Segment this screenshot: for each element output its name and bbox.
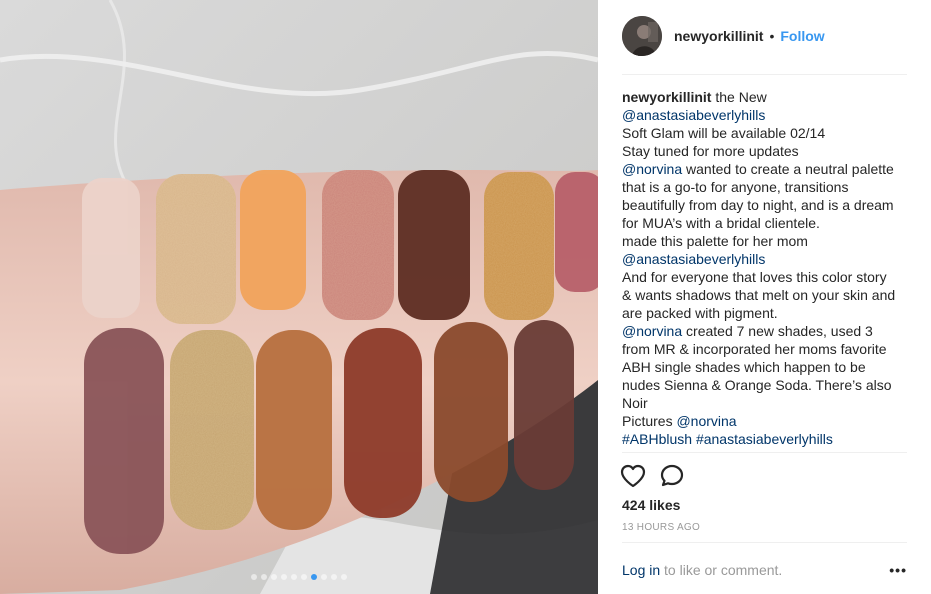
caption-line: & wants shadows that melt on your skin a…: [622, 286, 907, 304]
post-header: newyorkillinit • Follow: [622, 14, 907, 58]
caption-username[interactable]: newyorkillinit: [622, 89, 711, 105]
caption-line: for MUA’s with a bridal clientele.: [622, 214, 907, 232]
header-separator: •: [769, 28, 775, 44]
action-bar: [620, 464, 684, 493]
carousel-dot: [311, 574, 317, 580]
mention-link[interactable]: @anastasiabeverlyhills: [622, 251, 765, 267]
caption-text: ABH single shades which happen to be: [622, 359, 866, 375]
caption-text: Soft Glam will be available 02/14: [622, 125, 826, 141]
carousel-indicator: [0, 574, 598, 580]
mention-link[interactable]: @anastasiabeverlyhills: [622, 107, 765, 123]
comment-button[interactable]: [660, 464, 684, 493]
carousel-dot: [331, 574, 337, 580]
caption-line: nudes Sienna & Orange Soda. There’s also: [622, 376, 907, 394]
carousel-dot: [341, 574, 347, 580]
carousel-dot: [251, 574, 257, 580]
caption-text: Pictures: [622, 413, 677, 429]
caption-line: @anastasiabeverlyhills: [622, 106, 907, 124]
caption-text: from MR & incorporated her moms favorite: [622, 341, 887, 357]
like-button[interactable]: [620, 464, 646, 493]
caption-text: created 7 new shades, used 3: [682, 323, 873, 339]
caption-text: the New: [711, 89, 767, 105]
caption-line: Noir: [622, 394, 907, 412]
caption-text: Stay tuned for more updates: [622, 143, 799, 159]
carousel-dot: [291, 574, 297, 580]
caption-line: @anastasiabeverlyhills: [622, 250, 907, 268]
caption-text: & wants shadows that melt on your skin a…: [622, 287, 896, 303]
caption-line: Stay tuned for more updates: [622, 142, 907, 160]
post-photo[interactable]: [0, 0, 598, 594]
caption-line: that is a go-to for anyone, transitions: [622, 178, 907, 196]
carousel-dot: [271, 574, 277, 580]
login-prompt: Log in to like or comment.: [622, 562, 782, 578]
avatar[interactable]: [622, 16, 662, 56]
more-options-icon[interactable]: •••: [889, 562, 907, 578]
caption-line: newyorkillinit the New: [622, 88, 907, 106]
footer-divider: [622, 542, 907, 543]
caption-text: wanted to create a neutral palette: [682, 161, 894, 177]
follow-button[interactable]: Follow: [780, 28, 824, 44]
caption-divider: [622, 452, 907, 453]
caption-line: Pictures @norvina: [622, 412, 907, 430]
caption-line: Soft Glam will be available 02/14: [622, 124, 907, 142]
caption-text: nudes Sienna & Orange Soda. There’s also: [622, 377, 892, 393]
caption-line: @norvina wanted to create a neutral pale…: [622, 160, 907, 178]
caption-text: that is a go-to for anyone, transitions: [622, 179, 849, 195]
caption-text: Noir: [622, 395, 648, 411]
post: newyorkillinit • Follow newyorkillinit t…: [0, 0, 931, 594]
caption-line: are packed with pigment.: [622, 304, 907, 322]
header-divider: [622, 74, 907, 75]
hashtag-link[interactable]: #ABHblush: [622, 431, 692, 447]
mention-link[interactable]: @norvina: [622, 161, 682, 177]
login-prompt-text: to like or comment.: [660, 562, 783, 578]
caption-line: from MR & incorporated her moms favorite: [622, 340, 907, 358]
caption-line: And for everyone that loves this color s…: [622, 268, 907, 286]
carousel-dot: [261, 574, 267, 580]
caption-text: And for everyone that loves this color s…: [622, 269, 887, 285]
mention-link[interactable]: @norvina: [676, 413, 736, 429]
caption-text: made this palette for her mom: [622, 233, 808, 249]
carousel-dot: [281, 574, 287, 580]
caption-line: @norvina created 7 new shades, used 3: [622, 322, 907, 340]
likes-count[interactable]: 424 likes: [622, 497, 680, 513]
carousel-dot: [321, 574, 327, 580]
mention-link[interactable]: @norvina: [622, 323, 682, 339]
caption-line: #ABHblush #anastasiabeverlyhills: [622, 430, 907, 448]
caption: newyorkillinit the New @anastasiabeverlyh…: [622, 88, 907, 452]
swatch-photo: [0, 0, 598, 594]
caption-line: ABH single shades which happen to be: [622, 358, 907, 376]
header-username[interactable]: newyorkillinit: [674, 28, 763, 44]
post-sidebar: newyorkillinit • Follow newyorkillinit t…: [598, 0, 931, 594]
hashtag-link[interactable]: #anastasiabeverlyhills: [696, 431, 833, 447]
caption-text: for MUA’s with a bridal clientele.: [622, 215, 820, 231]
caption-text: beautifully from day to night, and is a …: [622, 197, 894, 213]
caption-line: beautifully from day to night, and is a …: [622, 196, 907, 214]
comment-icon: [660, 464, 684, 487]
caption-line: made this palette for her mom: [622, 232, 907, 250]
heart-icon: [620, 464, 646, 488]
carousel-dot: [301, 574, 307, 580]
avatar-image-icon: [622, 16, 662, 56]
post-timestamp[interactable]: 13 HOURS AGO: [622, 522, 700, 533]
caption-text: are packed with pigment.: [622, 305, 778, 321]
login-link[interactable]: Log in: [622, 562, 660, 578]
